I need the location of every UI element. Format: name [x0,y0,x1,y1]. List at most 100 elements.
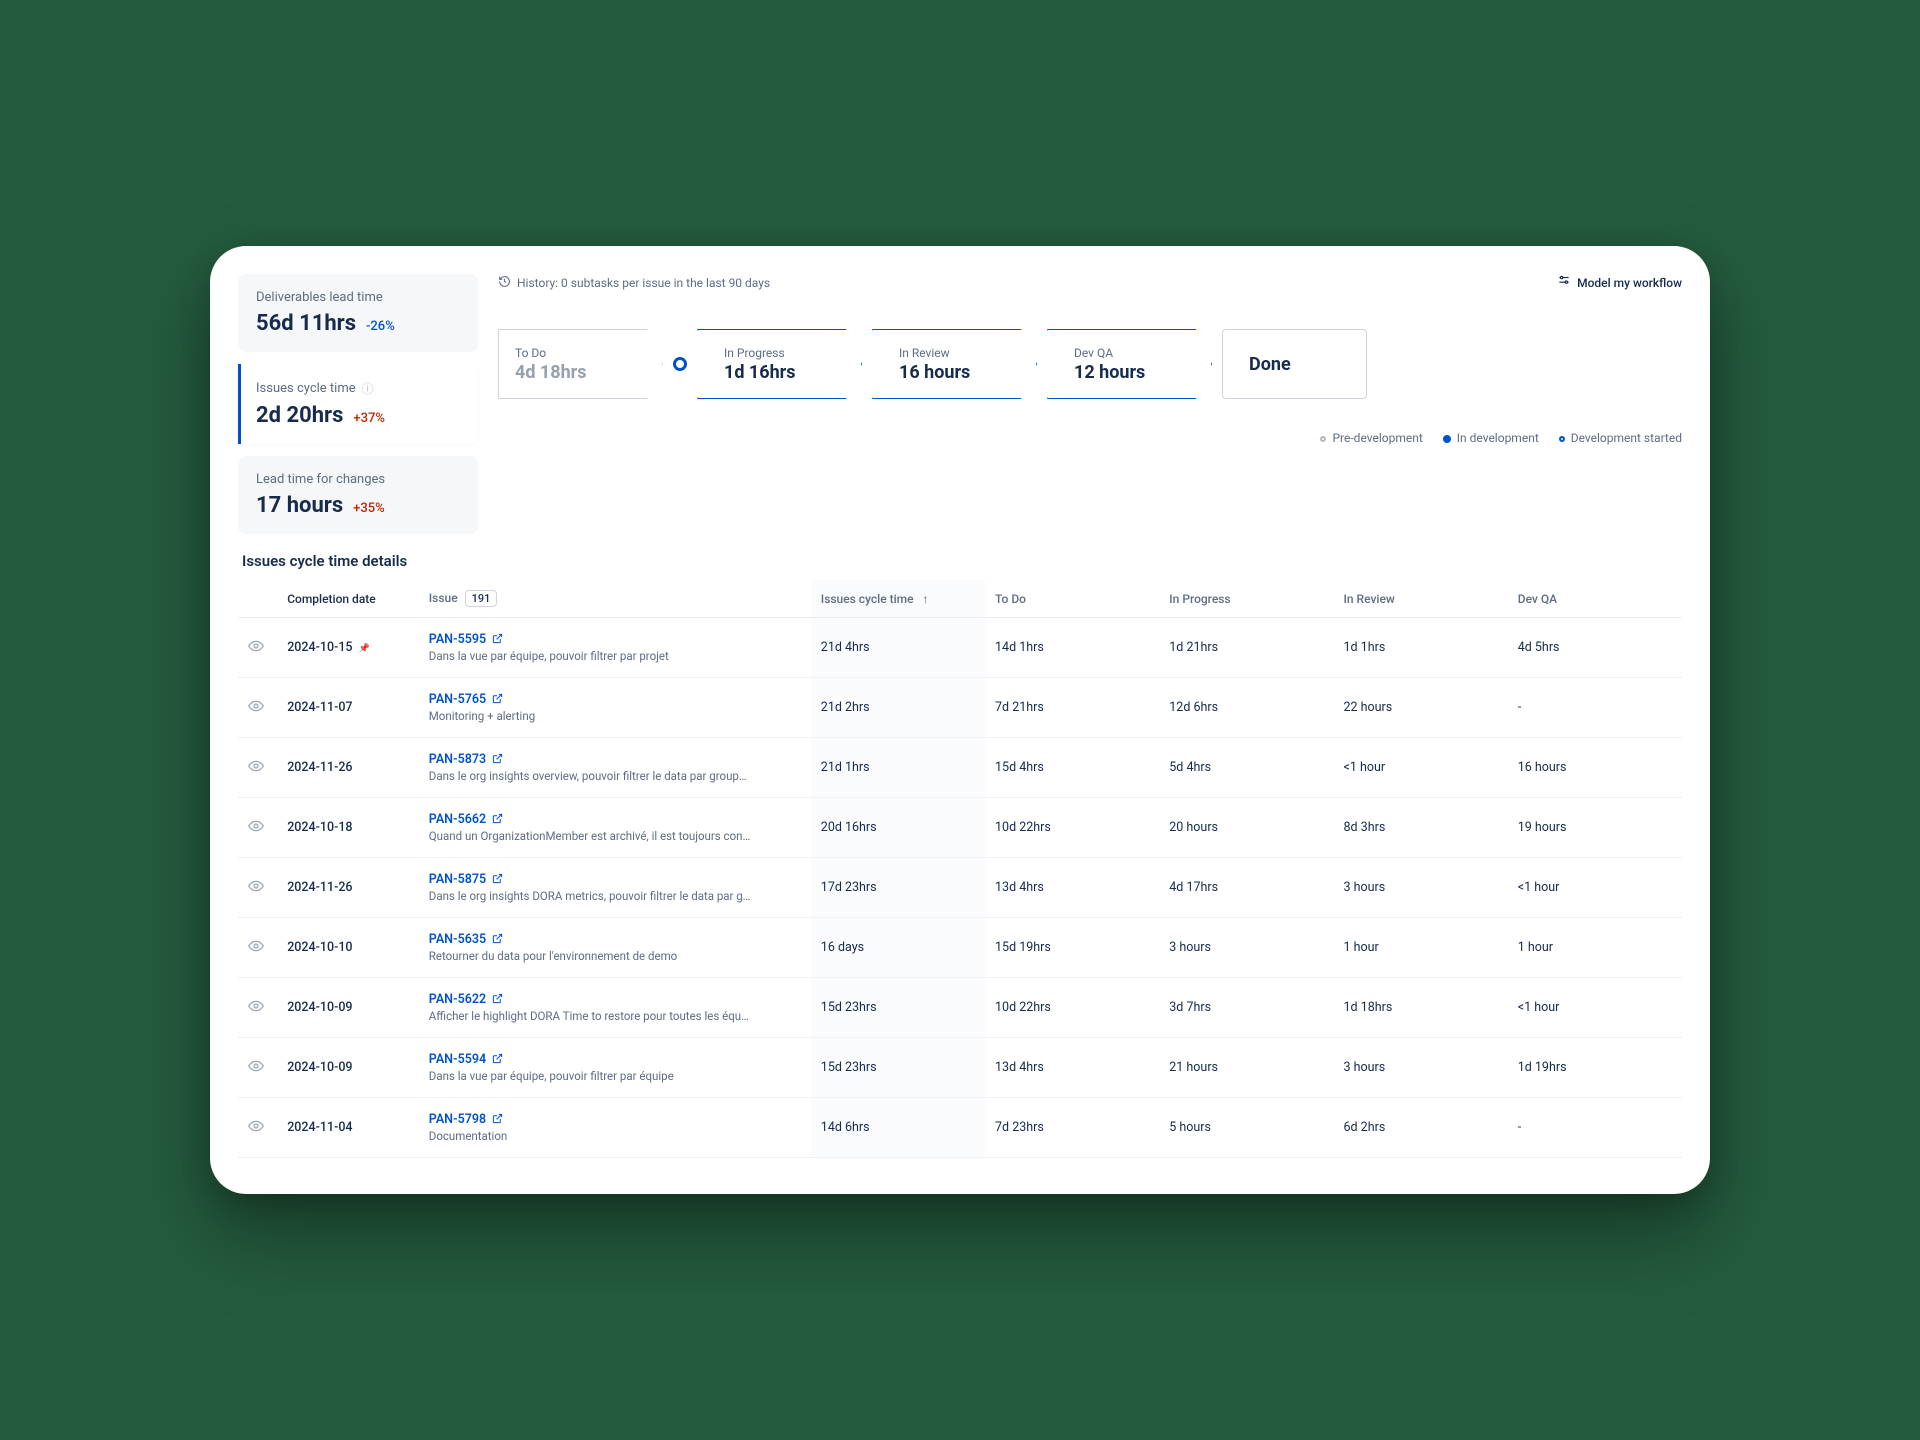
metric-delta: +35% [353,501,385,516]
cell-cycle-time: 17d 23hrs [811,858,985,918]
issue-count-badge: 191 [465,590,498,607]
eye-icon[interactable] [248,883,264,898]
eye-icon[interactable] [248,943,264,958]
metric-label: Lead time for changes [256,472,460,487]
issue-key-link[interactable]: PAN-5798 [429,1112,503,1127]
cell-in-review: 8d 3hrs [1334,798,1508,858]
external-link-icon [492,692,503,707]
issue-key-link[interactable]: PAN-5875 [429,872,503,887]
col-cycle-time[interactable]: Issues cycle time ↑ [811,580,985,618]
table-row[interactable]: 2024-10-09 PAN-5594 Dans la vue par équip… [238,1038,1682,1098]
cell-todo: 10d 22hrs [985,978,1159,1038]
eye-icon[interactable] [248,1003,264,1018]
issue-key-link[interactable]: PAN-5595 [429,632,503,647]
model-workflow-button[interactable]: Model my workflow [1557,274,1682,291]
col-dev-qa[interactable]: Dev QA [1508,580,1682,618]
history-icon [498,275,511,291]
issue-desc: Retourner du data pour l'environnement d… [429,949,769,963]
table-row[interactable]: 2024-10-18PAN-5662 Quand un Organization… [238,798,1682,858]
eye-icon[interactable] [248,823,264,838]
cell-completion-date: 2024-10-09 [277,1038,419,1098]
eye-icon[interactable] [248,1063,264,1078]
issue-key-link[interactable]: PAN-5765 [429,692,503,707]
col-in-progress[interactable]: In Progress [1159,580,1333,618]
sort-asc-icon: ↑ [923,592,929,606]
cell-cycle-time: 16 days [811,918,985,978]
eye-icon[interactable] [248,763,264,778]
cell-todo: 10d 22hrs [985,798,1159,858]
table-row[interactable]: 2024-11-04PAN-5798 Documentation14d 6hrs… [238,1098,1682,1158]
table-row[interactable]: 2024-11-26 PAN-5873 Dans le org insights … [238,738,1682,798]
cell-completion-date: 2024-10-18 [277,798,419,858]
issue-key-link[interactable]: PAN-5622 [429,992,503,1007]
cell-dev-qa: 1d 19hrs [1508,1038,1682,1098]
cell-dev-qa: <1 hour [1508,978,1682,1038]
issue-key-link[interactable]: PAN-5873 [429,752,503,767]
cell-completion-date: 2024-11-04 [277,1098,419,1158]
cell-cycle-time: 21d 4hrs [811,618,985,678]
cell-in-progress: 1d 21hrs [1159,618,1333,678]
external-link-icon [492,872,503,887]
metric-issues-cycle-time[interactable]: Issues cycle time ⓘ 2d 20hrs +37% [238,364,478,444]
table-row[interactable]: 2024-11-26PAN-5875 Dans le org insights … [238,858,1682,918]
col-todo[interactable]: To Do [985,580,1159,618]
cell-in-progress: 5 hours [1159,1098,1333,1158]
col-issue[interactable]: Issue 191 [419,580,811,618]
issue-desc: Afficher le highlight DORA Time to resto… [429,1009,769,1023]
history-text: History: 0 subtasks per issue in the las… [517,276,770,290]
issue-desc: Monitoring + alerting [429,709,769,723]
cell-in-progress: 21 hours [1159,1038,1333,1098]
cell-issue: PAN-5765 Monitoring + alerting [419,678,811,738]
metric-deliverables-lead-time[interactable]: Deliverables lead time 56d 11hrs -26% [238,274,478,352]
external-link-icon [492,752,503,767]
cell-cycle-time: 15d 23hrs [811,1038,985,1098]
col-in-review[interactable]: In Review [1334,580,1508,618]
issue-desc: Dans le org insights overview, pouvoir f… [429,769,769,783]
cell-issue: PAN-5622 Afficher le highlight DORA Time… [419,978,811,1038]
metric-sidebar: Deliverables lead time 56d 11hrs -26% Is… [238,274,478,534]
table-row[interactable]: 2024-10-09PAN-5622 Afficher le highlight… [238,978,1682,1038]
cell-issue: PAN-5662 Quand un OrganizationMember est… [419,798,811,858]
cell-completion-date: 2024-11-26 [277,738,419,798]
external-link-icon [492,812,503,827]
metric-delta: +37% [353,411,385,426]
cell-completion-date: 2024-10-09 [277,978,419,1038]
issue-key-link[interactable]: PAN-5635 [429,932,503,947]
issues-table: Completion date Issue 191 Issues cycle t… [238,580,1682,1158]
sliders-icon [1557,274,1571,291]
cell-todo: 7d 21hrs [985,678,1159,738]
table-row[interactable]: 2024-11-07PAN-5765 Monitoring + alerting… [238,678,1682,738]
eye-icon[interactable] [248,1123,264,1138]
eye-icon[interactable] [248,643,264,658]
app-frame: Deliverables lead time 56d 11hrs -26% Is… [210,246,1710,1194]
issue-key-link[interactable]: PAN-5662 [429,812,503,827]
cell-issue: PAN-5875 Dans le org insights DORA metri… [419,858,811,918]
metric-label: Deliverables lead time [256,290,460,305]
col-completion-date[interactable]: Completion date [277,580,419,618]
table-row[interactable]: 2024-10-15 📌PAN-5595 Dans la vue par équ… [238,618,1682,678]
stage-todo[interactable]: To Do 4d 18hrs [498,329,663,399]
metric-lead-time-for-changes[interactable]: Lead time for changes 17 hours +35% [238,456,478,534]
details-title: Issues cycle time details [242,552,1678,570]
metric-value: 2d 20hrs [256,403,343,428]
external-link-icon [492,1112,503,1127]
eye-icon[interactable] [248,703,264,718]
stage-in-review[interactable]: In Review 16 hours [872,329,1037,399]
cell-in-progress: 4d 17hrs [1159,858,1333,918]
stage-dev-qa[interactable]: Dev QA 12 hours [1047,329,1212,399]
info-icon[interactable]: ⓘ [362,380,374,397]
cell-dev-qa: - [1508,678,1682,738]
legend-dot-pre-icon [1320,436,1326,442]
cell-cycle-time: 15d 23hrs [811,978,985,1038]
cell-dev-qa: 4d 5hrs [1508,618,1682,678]
stage-done[interactable]: Done [1222,329,1367,399]
table-row[interactable]: 2024-10-10PAN-5635 Retourner du data pou… [238,918,1682,978]
stage-in-progress[interactable]: In Progress 1d 16hrs [697,329,862,399]
issue-desc: Dans la vue par équipe, pouvoir filtrer … [429,1069,769,1083]
cell-todo: 13d 4hrs [985,1038,1159,1098]
cell-in-review: 1d 1hrs [1334,618,1508,678]
issue-desc: Dans la vue par équipe, pouvoir filtrer … [429,649,769,663]
cell-in-progress: 3d 7hrs [1159,978,1333,1038]
external-link-icon [492,992,503,1007]
issue-key-link[interactable]: PAN-5594 [429,1052,503,1067]
